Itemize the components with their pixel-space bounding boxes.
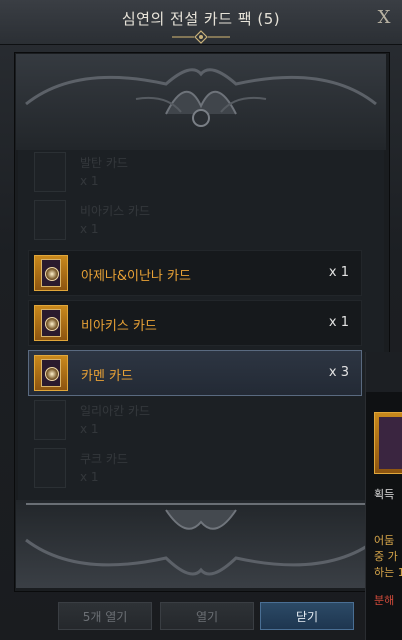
item-name: 일리아칸 카드 bbox=[80, 404, 151, 418]
crest-ornament-icon bbox=[25, 503, 377, 576]
title-bar: 심연의 전설 카드 팩 (5) X bbox=[0, 0, 402, 45]
legendary-card-icon bbox=[34, 355, 68, 391]
crest-ornament-icon bbox=[25, 68, 377, 127]
tooltip-text: 획득 bbox=[374, 488, 395, 501]
list-item-ghost: 발탄 카드 x 1 bbox=[34, 152, 154, 192]
card-icon bbox=[34, 200, 66, 240]
open-five-button[interactable]: 5개 열기 bbox=[58, 602, 152, 630]
list-item-ghost: 쿠크 카드 x 1 bbox=[34, 448, 154, 488]
legendary-card-icon bbox=[34, 255, 68, 291]
card-icon bbox=[34, 152, 66, 192]
window-title: 심연의 전설 카드 팩 (5) bbox=[121, 10, 281, 28]
card-count: x 3 bbox=[328, 365, 349, 380]
card-name: 아제나&이난나 카드 bbox=[81, 269, 191, 284]
close-dialog-button[interactable]: 닫기 bbox=[260, 602, 354, 630]
card-row-biackiss[interactable]: 비아키스 카드 x 1 bbox=[28, 300, 362, 346]
item-count: x 1 bbox=[80, 422, 99, 436]
card-tooltip-panel: 획득 어둠 중 가 하는 1 분해 bbox=[365, 352, 402, 640]
card-name: 카멘 카드 bbox=[81, 369, 133, 384]
tooltip-text: 하는 1 bbox=[374, 566, 402, 579]
item-name: 비아키스 카드 bbox=[80, 204, 151, 218]
list-item-ghost: 비아키스 카드 x 1 bbox=[34, 200, 154, 240]
card-row-kamen[interactable]: 카멘 카드 x 3 bbox=[28, 350, 362, 396]
card-preview bbox=[374, 412, 402, 474]
item-count: x 1 bbox=[80, 174, 99, 188]
tooltip-header bbox=[366, 352, 402, 392]
tooltip-text: 어둠 bbox=[374, 534, 395, 547]
ornament-top bbox=[16, 54, 386, 150]
ornament-bottom bbox=[16, 500, 386, 588]
card-name: 비아키스 카드 bbox=[81, 319, 157, 334]
card-count: x 1 bbox=[328, 265, 349, 280]
card-count: x 1 bbox=[328, 315, 349, 330]
tooltip-text: 중 가 bbox=[374, 550, 398, 563]
item-count: x 1 bbox=[80, 222, 99, 236]
item-name: 쿠크 카드 bbox=[80, 452, 128, 466]
item-name: 발탄 카드 bbox=[80, 156, 128, 170]
item-count: x 1 bbox=[80, 470, 99, 484]
list-item-ghost: 일리아칸 카드 x 1 bbox=[34, 400, 154, 440]
title-ornament-icon bbox=[172, 30, 230, 44]
card-pack-window: 심연의 전설 카드 팩 (5) X 발탄 카드 x 1 비아키스 카드 x 1 … bbox=[0, 0, 402, 640]
open-button[interactable]: 열기 bbox=[160, 602, 254, 630]
card-row-azena-inanna[interactable]: 아제나&이난나 카드 x 1 bbox=[28, 250, 362, 296]
card-icon bbox=[34, 400, 66, 440]
card-icon bbox=[34, 448, 66, 488]
close-button[interactable]: X bbox=[374, 8, 394, 28]
legendary-card-icon bbox=[34, 305, 68, 341]
button-bar: 5개 열기 열기 닫기 bbox=[0, 598, 402, 634]
